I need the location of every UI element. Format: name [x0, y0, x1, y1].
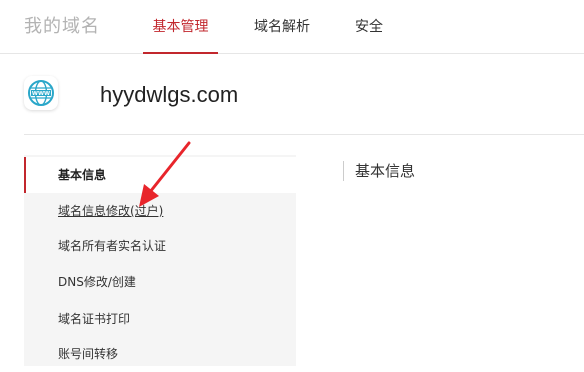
tab-security[interactable]: 安全 [355, 0, 383, 54]
sidebar-menu: 基本信息 域名信息修改(过户) 域名所有者实名认证 DNS修改/创建 域名证书打… [24, 155, 296, 366]
tab-domain-resolution[interactable]: 域名解析 [254, 0, 310, 54]
sidebar-item-label: DNS修改/创建 [58, 275, 136, 289]
my-domains-title[interactable]: 我的域名 [24, 16, 100, 38]
header-divider [24, 134, 584, 135]
top-nav-bar: 我的域名 基本管理 域名解析 安全 [0, 0, 584, 54]
tab-basic-management[interactable]: 基本管理 [143, 0, 218, 54]
www-icon-text: WWW [32, 91, 50, 97]
sidebar-item-owner-verification[interactable]: 域名所有者实名认证 [24, 228, 296, 264]
section-title: 基本信息 [355, 162, 416, 180]
sidebar-item-certificate-print[interactable]: 域名证书打印 [24, 301, 296, 337]
section-divider [343, 161, 344, 181]
sidebar-item-label: 域名所有者实名认证 [58, 239, 167, 253]
sidebar-item-label: 域名证书打印 [58, 312, 131, 326]
sidebar-item-domain-info-transfer[interactable]: 域名信息修改(过户) [24, 193, 296, 229]
domain-name: hyydwlgs.com [100, 82, 239, 107]
sidebar-item-label: 账号间转移 [58, 347, 119, 361]
sidebar-item-dns-modify[interactable]: DNS修改/创建 [24, 264, 296, 300]
sidebar-item-account-transfer[interactable]: 账号间转移 [24, 336, 296, 372]
www-globe-icon: WWW [24, 76, 58, 110]
sidebar-item-label: 基本信息 [58, 168, 107, 182]
sidebar-item-label: 域名信息修改(过户) [58, 204, 164, 218]
sidebar-item-basic-info[interactable]: 基本信息 [24, 157, 296, 193]
